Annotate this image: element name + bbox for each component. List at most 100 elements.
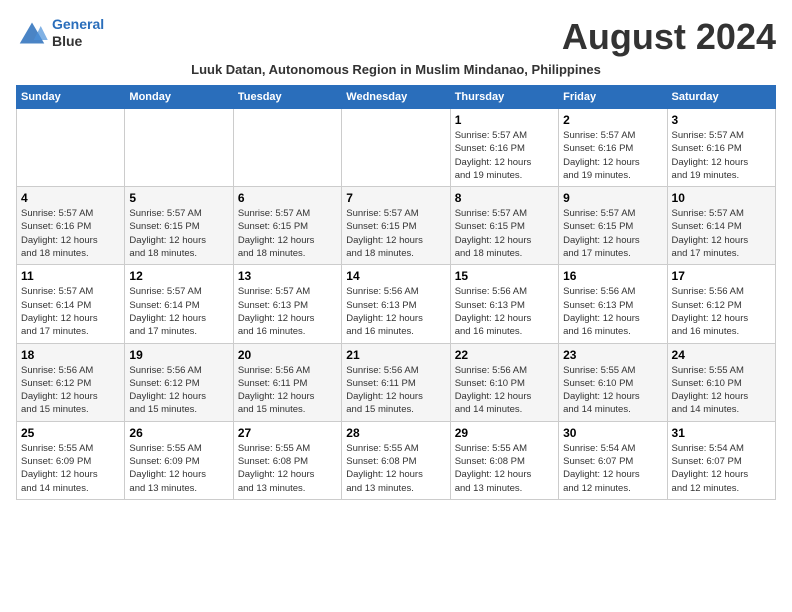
day-number: 20 (238, 348, 337, 362)
day-info: Sunrise: 5:56 AMSunset: 6:10 PMDaylight:… (455, 364, 554, 417)
calendar-cell: 17 Sunrise: 5:56 AMSunset: 6:12 PMDayligh… (667, 265, 775, 343)
calendar-cell: 29 Sunrise: 5:55 AMSunset: 6:08 PMDayligh… (450, 421, 558, 499)
day-info: Sunrise: 5:57 AMSunset: 6:15 PMDaylight:… (346, 207, 445, 260)
calendar-cell (342, 109, 450, 187)
day-number: 31 (672, 426, 771, 440)
day-number: 11 (21, 269, 120, 283)
week-row-5: 25 Sunrise: 5:55 AMSunset: 6:09 PMDayligh… (17, 421, 776, 499)
calendar-table: SundayMondayTuesdayWednesdayThursdayFrid… (16, 85, 776, 500)
day-info: Sunrise: 5:57 AMSunset: 6:16 PMDaylight:… (455, 129, 554, 182)
day-info: Sunrise: 5:55 AMSunset: 6:08 PMDaylight:… (238, 442, 337, 495)
logo-text: General Blue (52, 16, 104, 50)
day-number: 4 (21, 191, 120, 205)
day-info: Sunrise: 5:57 AMSunset: 6:15 PMDaylight:… (238, 207, 337, 260)
calendar-cell: 24Sunrise: 5:55 AMSunset: 6:10 PMDayligh… (667, 343, 775, 421)
calendar-cell: 16Sunrise: 5:56 AMSunset: 6:13 PMDayligh… (559, 265, 667, 343)
calendar-cell: 21 Sunrise: 5:56 AMSunset: 6:11 PMDayligh… (342, 343, 450, 421)
calendar-cell: 10Sunrise: 5:57 AMSunset: 6:14 PMDayligh… (667, 187, 775, 265)
day-info: Sunrise: 5:57 AMSunset: 6:14 PMDaylight:… (129, 285, 228, 338)
calendar-cell: 31 Sunrise: 5:54 AMSunset: 6:07 PMDayligh… (667, 421, 775, 499)
day-info: Sunrise: 5:56 AMSunset: 6:13 PMDaylight:… (346, 285, 445, 338)
week-row-2: 4 Sunrise: 5:57 AMSunset: 6:16 PMDaylight… (17, 187, 776, 265)
calendar-title: August 2024 (562, 16, 776, 58)
day-number: 17 (672, 269, 771, 283)
day-number: 6 (238, 191, 337, 205)
day-number: 21 (346, 348, 445, 362)
day-number: 8 (455, 191, 554, 205)
calendar-cell: 1Sunrise: 5:57 AMSunset: 6:16 PMDaylight… (450, 109, 558, 187)
day-info: Sunrise: 5:56 AMSunset: 6:13 PMDaylight:… (563, 285, 662, 338)
weekday-header-tuesday: Tuesday (233, 86, 341, 109)
week-row-3: 11 Sunrise: 5:57 AMSunset: 6:14 PMDayligh… (17, 265, 776, 343)
day-number: 12 (129, 269, 228, 283)
day-number: 28 (346, 426, 445, 440)
day-info: Sunrise: 5:57 AMSunset: 6:13 PMDaylight:… (238, 285, 337, 338)
day-info: Sunrise: 5:56 AMSunset: 6:12 PMDaylight:… (21, 364, 120, 417)
weekday-header-row: SundayMondayTuesdayWednesdayThursdayFrid… (17, 86, 776, 109)
day-info: Sunrise: 5:56 AMSunset: 6:11 PMDaylight:… (346, 364, 445, 417)
calendar-subtitle: Luuk Datan, Autonomous Region in Muslim … (16, 62, 776, 77)
day-number: 14 (346, 269, 445, 283)
day-number: 26 (129, 426, 228, 440)
day-info: Sunrise: 5:57 AMSunset: 6:14 PMDaylight:… (21, 285, 120, 338)
calendar-cell: 8 Sunrise: 5:57 AMSunset: 6:15 PMDaylight… (450, 187, 558, 265)
day-info: Sunrise: 5:55 AMSunset: 6:08 PMDaylight:… (455, 442, 554, 495)
day-info: Sunrise: 5:57 AMSunset: 6:15 PMDaylight:… (129, 207, 228, 260)
day-info: Sunrise: 5:56 AMSunset: 6:12 PMDaylight:… (129, 364, 228, 417)
day-info: Sunrise: 5:56 AMSunset: 6:11 PMDaylight:… (238, 364, 337, 417)
calendar-cell: 14 Sunrise: 5:56 AMSunset: 6:13 PMDayligh… (342, 265, 450, 343)
day-info: Sunrise: 5:55 AMSunset: 6:08 PMDaylight:… (346, 442, 445, 495)
day-number: 30 (563, 426, 662, 440)
day-number: 23 (563, 348, 662, 362)
calendar-cell (233, 109, 341, 187)
weekday-header-friday: Friday (559, 86, 667, 109)
calendar-cell (125, 109, 233, 187)
day-info: Sunrise: 5:55 AMSunset: 6:09 PMDaylight:… (129, 442, 228, 495)
calendar-cell: 15 Sunrise: 5:56 AMSunset: 6:13 PMDayligh… (450, 265, 558, 343)
day-number: 19 (129, 348, 228, 362)
day-number: 15 (455, 269, 554, 283)
calendar-cell: 13 Sunrise: 5:57 AMSunset: 6:13 PMDayligh… (233, 265, 341, 343)
calendar-cell: 23Sunrise: 5:55 AMSunset: 6:10 PMDayligh… (559, 343, 667, 421)
day-number: 27 (238, 426, 337, 440)
calendar-cell: 25 Sunrise: 5:55 AMSunset: 6:09 PMDayligh… (17, 421, 125, 499)
calendar-cell: 27 Sunrise: 5:55 AMSunset: 6:08 PMDayligh… (233, 421, 341, 499)
day-info: Sunrise: 5:57 AMSunset: 6:16 PMDaylight:… (672, 129, 771, 182)
day-number: 22 (455, 348, 554, 362)
day-number: 29 (455, 426, 554, 440)
calendar-cell: 9Sunrise: 5:57 AMSunset: 6:15 PMDaylight… (559, 187, 667, 265)
weekday-header-thursday: Thursday (450, 86, 558, 109)
week-row-1: 1Sunrise: 5:57 AMSunset: 6:16 PMDaylight… (17, 109, 776, 187)
day-info: Sunrise: 5:57 AMSunset: 6:15 PMDaylight:… (455, 207, 554, 260)
calendar-cell: 3 Sunrise: 5:57 AMSunset: 6:16 PMDaylight… (667, 109, 775, 187)
day-info: Sunrise: 5:54 AMSunset: 6:07 PMDaylight:… (563, 442, 662, 495)
logo: General Blue (16, 16, 104, 50)
calendar-cell (17, 109, 125, 187)
day-number: 3 (672, 113, 771, 127)
day-number: 2 (563, 113, 662, 127)
weekday-header-wednesday: Wednesday (342, 86, 450, 109)
calendar-cell: 28 Sunrise: 5:55 AMSunset: 6:08 PMDayligh… (342, 421, 450, 499)
day-number: 7 (346, 191, 445, 205)
day-info: Sunrise: 5:55 AMSunset: 6:09 PMDaylight:… (21, 442, 120, 495)
weekday-header-saturday: Saturday (667, 86, 775, 109)
day-number: 5 (129, 191, 228, 205)
calendar-cell: 4 Sunrise: 5:57 AMSunset: 6:16 PMDaylight… (17, 187, 125, 265)
calendar-cell: 2 Sunrise: 5:57 AMSunset: 6:16 PMDaylight… (559, 109, 667, 187)
generalblue-logo-icon (16, 19, 48, 47)
weekday-header-sunday: Sunday (17, 86, 125, 109)
day-number: 13 (238, 269, 337, 283)
day-info: Sunrise: 5:54 AMSunset: 6:07 PMDaylight:… (672, 442, 771, 495)
day-info: Sunrise: 5:57 AMSunset: 6:16 PMDaylight:… (21, 207, 120, 260)
day-info: Sunrise: 5:57 AMSunset: 6:16 PMDaylight:… (563, 129, 662, 182)
calendar-cell: 19 Sunrise: 5:56 AMSunset: 6:12 PMDayligh… (125, 343, 233, 421)
calendar-cell: 20 Sunrise: 5:56 AMSunset: 6:11 PMDayligh… (233, 343, 341, 421)
calendar-cell: 5 Sunrise: 5:57 AMSunset: 6:15 PMDaylight… (125, 187, 233, 265)
weekday-header-monday: Monday (125, 86, 233, 109)
day-info: Sunrise: 5:56 AMSunset: 6:12 PMDaylight:… (672, 285, 771, 338)
calendar-cell: 18Sunrise: 5:56 AMSunset: 6:12 PMDayligh… (17, 343, 125, 421)
day-number: 9 (563, 191, 662, 205)
day-number: 25 (21, 426, 120, 440)
page-header: General Blue August 2024 (16, 16, 776, 58)
day-info: Sunrise: 5:56 AMSunset: 6:13 PMDaylight:… (455, 285, 554, 338)
